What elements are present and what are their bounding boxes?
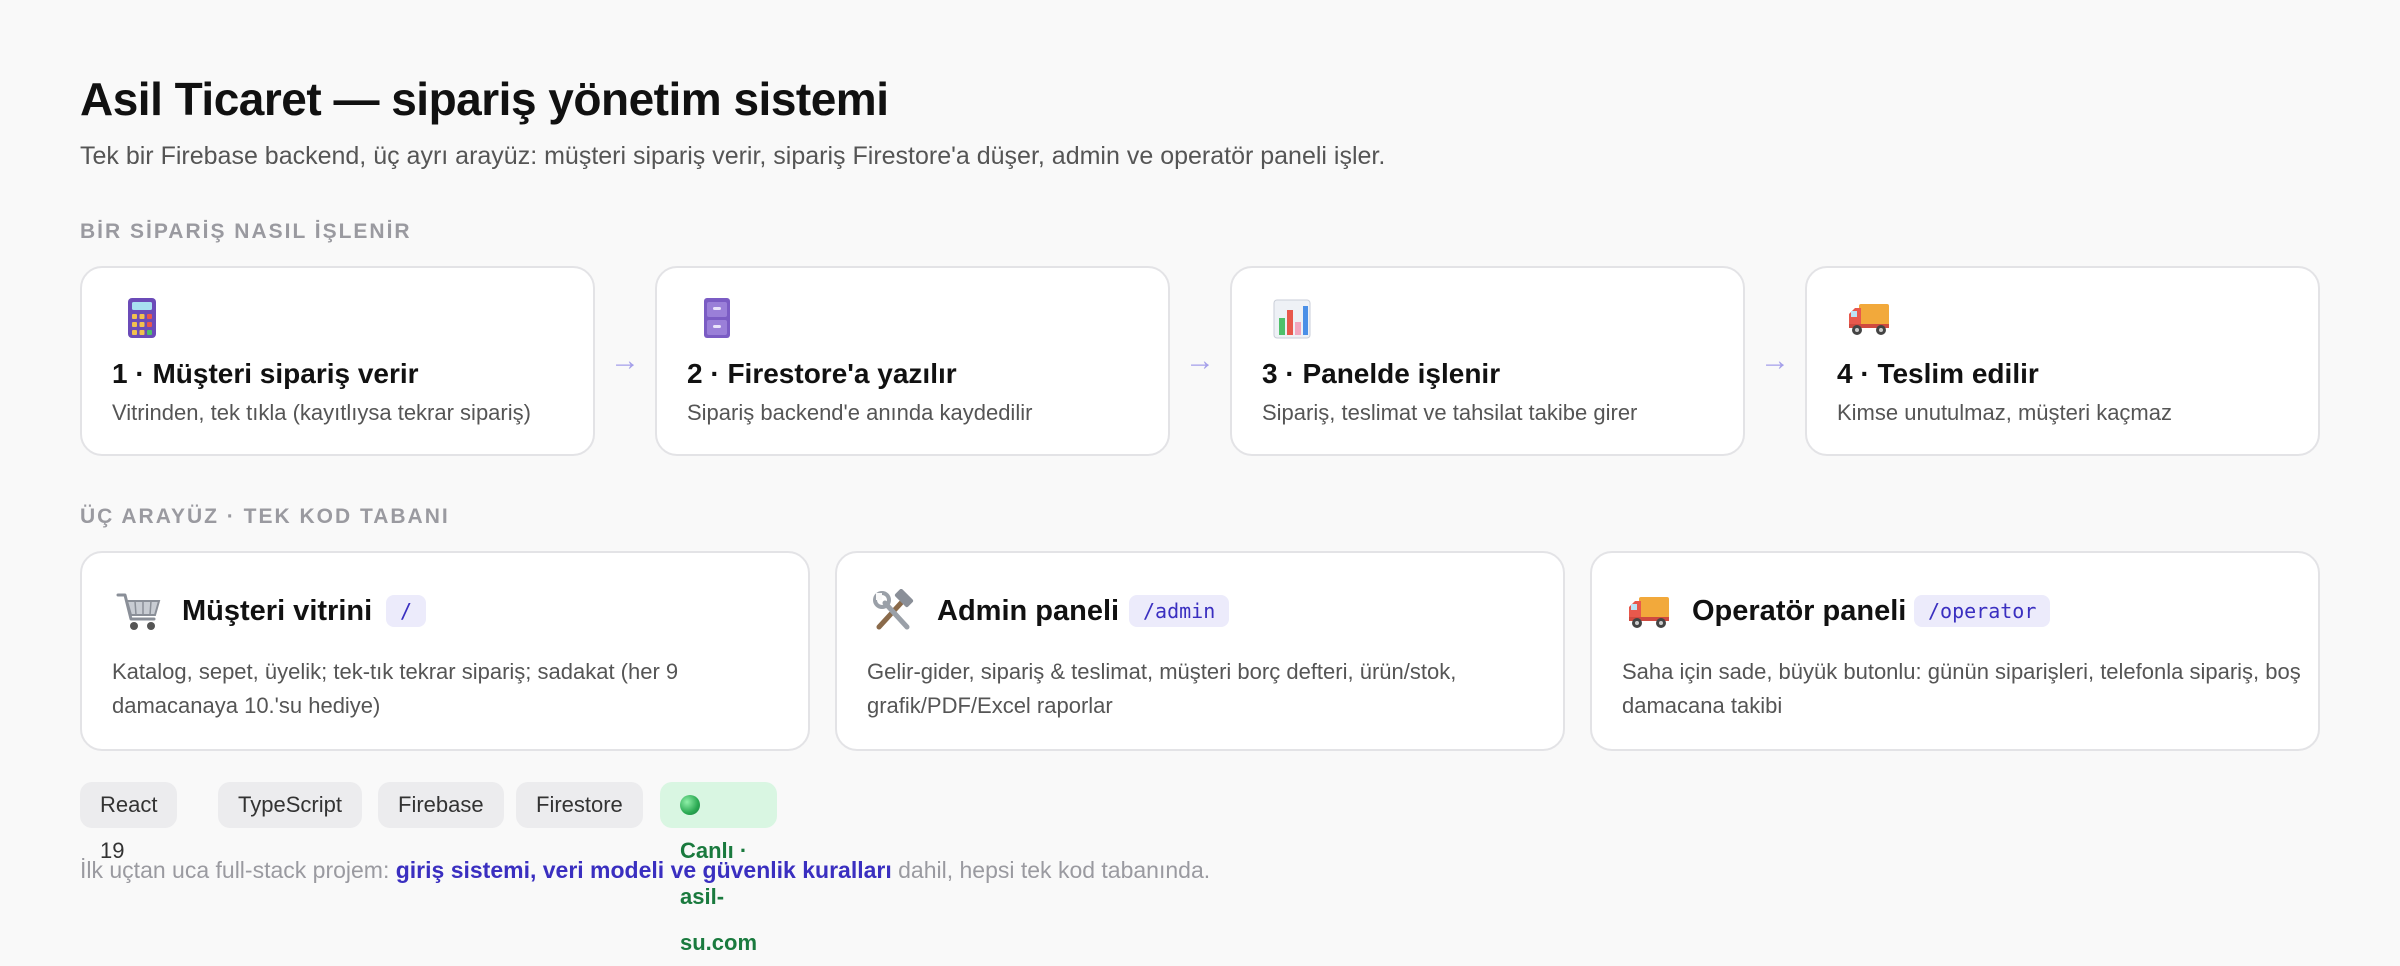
arrow-right-icon: → [1185,344,1215,377]
step-description: Sipariş, teslimat ve tahsilat takibe gir… [1262,400,1638,425]
step-title: 2 · Firestore'a yazılır [687,358,957,389]
shopping-cart-icon [116,593,161,630]
interfaces-section-label: ÜÇ ARAYÜZ · TEK KOD TABANI [80,505,450,528]
interface-card-admin: Admin paneli /admin Gelir-gider, sipariş… [835,551,1565,751]
interface-description: Saha için sade, büyük butonlu: günün sip… [1622,659,2301,718]
route-badge: / [386,595,427,627]
file-cabinet-icon [704,298,730,338]
step-description: Kimse unutulmaz, müşteri kaçmaz [1837,400,2172,425]
live-status-icon [680,795,700,815]
tech-tag: Firestore [516,782,643,828]
page-title: Asil Ticaret — sipariş yönetim sistemi [80,73,889,125]
live-site-link[interactable]: Canlı · asil-su.com [660,782,778,955]
interface-description: Gelir-gider, sipariş & teslimat, müşteri… [867,659,1457,718]
footer-highlight: giriş sistemi, veri modeli ve güvenlik k… [395,857,892,883]
footer-note: İlk uçtan uca full-stack projem: giriş s… [80,857,1210,884]
arrow-right-icon: → [610,344,640,377]
tech-tag: React 19 [80,782,178,863]
flow-step-1: 1 · Müşteri sipariş verir Vitrinden, tek… [80,266,595,456]
flow-step-4: 4 · Teslim edilir Kimse unutulmaz, müşte… [1805,266,2320,456]
flow-section-label: BİR SİPARİŞ NASIL İŞLENİR [80,220,412,243]
tech-tag: Firebase [378,782,504,828]
tech-tag: TypeScript [218,782,362,828]
interface-description: Katalog, sepet, üyelik; tek-tık tekrar s… [112,659,679,718]
route-badge: /operator [1914,595,2051,627]
interface-title: Operatör paneli [1692,595,1907,627]
step-title: 3 · Panelde işlenir [1262,358,1501,389]
interface-title: Müşteri vitrini [182,595,373,627]
step-title: 4 · Teslim edilir [1837,358,2039,389]
route-badge: /admin [1129,595,1230,627]
arrow-right-icon: → [1760,344,1790,377]
interfaces-row: Müşteri vitrini / Katalog, sepet, üyelik… [80,551,2320,751]
interface-card-customer: Müşteri vitrini / Katalog, sepet, üyelik… [80,551,810,751]
interface-card-operator: Operatör paneli /operator Saha için sade… [1590,551,2320,751]
delivery-truck-icon [1629,597,1669,628]
footer-suffix: dahil, hepsi tek kod tabanında. [891,857,1211,883]
flow-step-2: 2 · Firestore'a yazılır Sipariş backend'… [655,266,1170,456]
footer-prefix: İlk uçtan uca full-stack projem: [80,857,396,883]
delivery-truck-icon [1849,304,1889,335]
flow-steps: 1 · Müşteri sipariş verir Vitrinden, tek… [80,266,2320,456]
calculator-icon [128,298,156,338]
step-title: 1 · Müşteri sipariş verir [112,358,419,389]
step-description: Vitrinden, tek tıkla (kayıtlıysa tekrar … [112,400,531,425]
step-description: Sipariş backend'e anında kaydedilir [687,400,1033,425]
hammer-wrench-icon [873,589,914,630]
live-site-label: Canlı · asil-su.com [680,838,758,955]
flow-step-3: 3 · Panelde işlenir Sipariş, teslimat ve… [1230,266,1745,456]
interface-title: Admin paneli [937,595,1120,627]
page-subtitle: Tek bir Firebase backend, üç ayrı arayüz… [80,142,1386,170]
bar-chart-icon [1273,299,1311,339]
